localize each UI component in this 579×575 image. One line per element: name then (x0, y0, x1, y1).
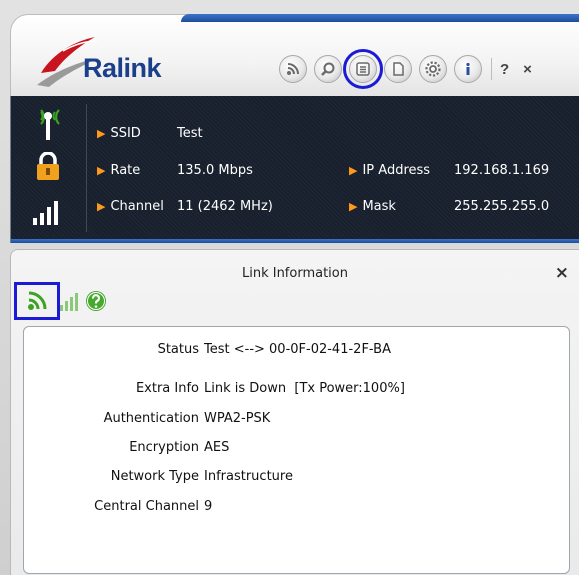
channel-value: 11 (2462 MHz) (177, 199, 273, 214)
rate-value: 135.0 Mbps (177, 163, 253, 178)
authentication-value: WPA2-PSK (204, 411, 271, 426)
link-help-tab[interactable] (83, 285, 109, 317)
ssid-value: Test (177, 126, 203, 141)
list-icon (356, 62, 370, 76)
antenna-icon (40, 109, 60, 140)
network-type-value: Infrastructure (204, 469, 293, 484)
arrow-icon: ▶ (97, 127, 106, 140)
mask-value: 255.255.255.0 (454, 199, 550, 214)
link-quality-tab[interactable] (57, 285, 83, 317)
help-button[interactable]: ? (500, 61, 509, 78)
title-bar-accent[interactable] (181, 14, 579, 22)
channel-field: ▶ Channel (97, 199, 164, 214)
status-label: Status (157, 342, 199, 357)
link-info-button[interactable] (343, 49, 383, 89)
status-icons (17, 104, 87, 232)
channel-label: Channel (110, 199, 164, 214)
arrow-icon: ▶ (97, 164, 106, 177)
ip-field: ▶ IP Address (349, 163, 430, 178)
mask-label: Mask (362, 199, 396, 214)
extra-info-value: Link is Down [Tx Power:100%] (204, 381, 405, 396)
status-panel: ▶ SSID Test ▶ Rate 135.0 Mbps ▶ Channel … (10, 96, 579, 243)
network-type-label: Network Type (110, 469, 199, 484)
link-status-tab[interactable] (14, 282, 60, 320)
profile-button[interactable] (314, 55, 342, 83)
signal-strength-icon (33, 201, 58, 225)
encryption-value: AES (204, 440, 230, 455)
wifi-signal-icon (28, 291, 47, 310)
link-sub-toolbar (14, 282, 109, 320)
wifi-signal-icon (287, 63, 299, 75)
rate-label: Rate (110, 163, 141, 178)
ip-label: IP Address (362, 163, 431, 178)
link-info-box: Status Test <--> 00-0F-02-41-2F-BA Extra… (23, 326, 570, 574)
arrow-icon: ▶ (349, 200, 358, 213)
app-window: Ralink ? × ▶ SSID Test ▶ Rate 135.0 Mbps… (0, 0, 579, 575)
info-icon (466, 62, 470, 75)
rate-field: ▶ Rate (97, 163, 140, 178)
brand-name: Ralink (83, 53, 162, 83)
gear-icon (425, 61, 441, 77)
link-information-panel: Link Information × Status Test <--> 00-0… (10, 249, 579, 575)
authentication-label: Authentication (103, 411, 199, 426)
status-value: Test <--> 00-0F-02-41-2F-BA (204, 342, 391, 357)
search-icon (321, 62, 335, 76)
connection-button[interactable] (279, 55, 307, 83)
ssid-label: SSID (110, 126, 141, 141)
settings-button[interactable] (419, 55, 447, 83)
header: Ralink ? × (10, 14, 579, 96)
extra-info-label: Extra Info (135, 381, 199, 396)
panel-title: Link Information (241, 266, 348, 281)
signal-strength-icon (60, 293, 78, 311)
central-channel-label: Central Channel (94, 499, 199, 514)
ip-value: 192.168.1.169 (454, 163, 550, 178)
arrow-icon: ▶ (97, 200, 106, 213)
mask-field: ▶ Mask (349, 199, 396, 214)
central-channel-value: 9 (204, 499, 213, 514)
lock-icon (37, 152, 59, 180)
help-circle-icon (86, 291, 106, 311)
statistics-button[interactable] (384, 55, 412, 83)
encryption-label: Encryption (129, 440, 199, 455)
ssid-field: ▶ SSID (97, 126, 141, 141)
page-icon (393, 62, 404, 76)
about-button[interactable] (454, 55, 482, 83)
toolbar: ? × (279, 49, 546, 89)
arrow-icon: ▶ (349, 164, 358, 177)
toolbar-divider (491, 58, 492, 80)
close-button[interactable]: × (523, 61, 532, 78)
panel-close-button[interactable]: × (555, 263, 569, 283)
